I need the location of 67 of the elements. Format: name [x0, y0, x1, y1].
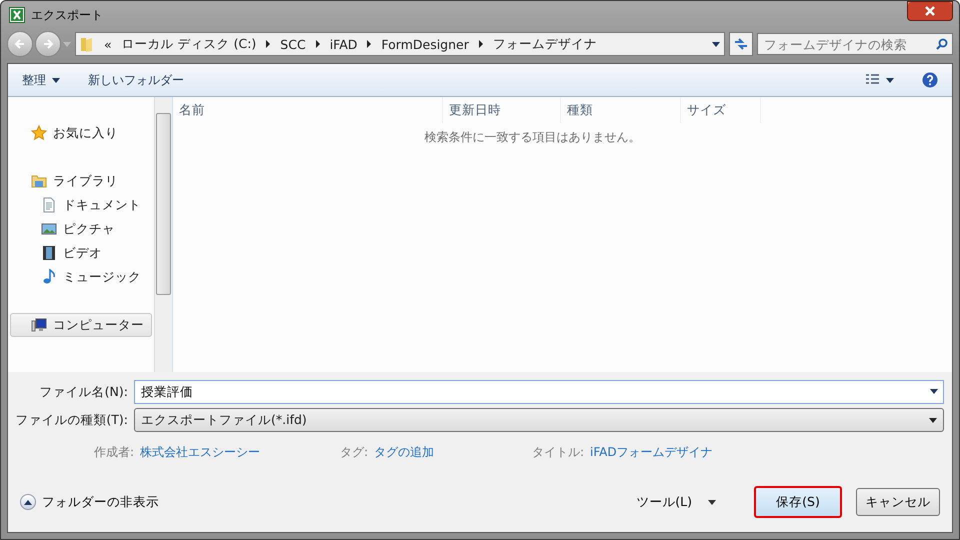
metadata-value[interactable]: iFADフォームデザイナ	[590, 444, 713, 461]
dropdown-arrow-icon[interactable]	[712, 42, 720, 46]
column-header[interactable]: 名前	[173, 97, 443, 123]
dialog-button[interactable]: キャンセル	[856, 488, 940, 516]
dialog-button[interactable]: 保存(S)	[754, 486, 842, 518]
breadcrumb-arrow-icon[interactable]	[478, 40, 483, 48]
film-icon	[41, 245, 57, 261]
dropdown-arrow-icon[interactable]	[930, 389, 938, 394]
breadcrumb[interactable]: ローカル ディスク (C:)	[122, 36, 256, 52]
sidebar-item[interactable]: ライブラリ	[10, 169, 152, 193]
star-icon	[31, 125, 47, 141]
folder-icon	[31, 173, 47, 189]
close-button[interactable]	[907, 1, 953, 21]
breadcrumb-arrow-icon[interactable]	[266, 40, 270, 48]
empty-message: 検索条件に一致する項目はありません。	[424, 129, 640, 146]
caret-icon	[929, 418, 937, 422]
help-icon[interactable]	[922, 72, 938, 88]
document-icon	[41, 197, 57, 213]
hide-folders-button[interactable]: フォルダーの非表示	[20, 494, 159, 510]
caret-icon	[52, 78, 60, 82]
file-type-dropdown[interactable]: エクスポートファイル(*.ifd)	[134, 408, 944, 432]
file-name-field[interactable]: 授業評価	[134, 380, 944, 404]
right-arrow-icon	[42, 38, 54, 50]
sidebar-item[interactable]: コンピューター	[10, 313, 152, 337]
file-name-label: ファイル名(N):	[38, 384, 128, 400]
sidebar-item[interactable]: ビデオ	[10, 241, 152, 265]
address-bar[interactable]: « ローカル ディスク (C:) SCC iFAD FormDesigner フォームデザイナ	[75, 32, 725, 56]
back-button[interactable]	[7, 31, 33, 57]
breadcrumb[interactable]: iFAD	[330, 36, 358, 52]
path-overflow-icon[interactable]: «	[104, 36, 112, 52]
column-header[interactable]: 種類	[561, 97, 681, 123]
picture-icon	[41, 221, 57, 237]
window-title: エクスポート	[31, 6, 103, 24]
music-note-icon	[41, 269, 57, 285]
up-caret-icon	[24, 500, 32, 504]
sidebar-item[interactable]: ピクチャ	[10, 217, 152, 241]
search-field[interactable]: フォームデザイナの検索	[757, 33, 953, 55]
caret-icon	[708, 500, 716, 504]
breadcrumb[interactable]: FormDesigner	[381, 36, 469, 52]
breadcrumb[interactable]: フォームデザイナ	[492, 36, 597, 52]
sidebar-item[interactable]: お気に入り	[10, 121, 152, 145]
breadcrumb-arrow-icon[interactable]	[367, 40, 372, 48]
metadata-label: 作成者:	[94, 444, 134, 461]
sidebar-item[interactable]: ドキュメント	[10, 193, 152, 217]
folder-icon	[80, 36, 94, 52]
breadcrumb-arrow-icon[interactable]	[316, 40, 320, 48]
spreadsheet-app-icon	[9, 7, 25, 23]
metadata-label: タグ:	[340, 444, 368, 461]
column-header[interactable]: サイズ	[681, 97, 761, 123]
computer-icon	[31, 317, 47, 333]
search-icon	[936, 38, 948, 50]
view-options-icon[interactable]	[866, 74, 894, 86]
refresh-button[interactable]	[729, 32, 753, 56]
sidebar-item[interactable]: ミュージック	[10, 265, 152, 289]
column-header[interactable]: 更新日時	[443, 97, 561, 123]
metadata-value[interactable]: タグの追加	[374, 444, 434, 461]
tools-menu[interactable]: ツール(L)	[630, 492, 722, 512]
metadata-label: タイトル:	[532, 444, 584, 461]
metadata-value[interactable]: 株式会社エスシーシー	[140, 444, 260, 461]
scrollbar[interactable]	[154, 97, 172, 372]
refresh-icon	[734, 37, 748, 51]
file-type-label: ファイルの種類(T):	[14, 412, 128, 428]
left-arrow-icon	[14, 38, 26, 50]
forward-button[interactable]	[35, 31, 61, 57]
breadcrumb[interactable]: SCC	[280, 36, 306, 52]
organize-menu[interactable]: 整理	[22, 72, 60, 88]
new-folder-button[interactable]: 新しいフォルダー	[88, 72, 184, 88]
